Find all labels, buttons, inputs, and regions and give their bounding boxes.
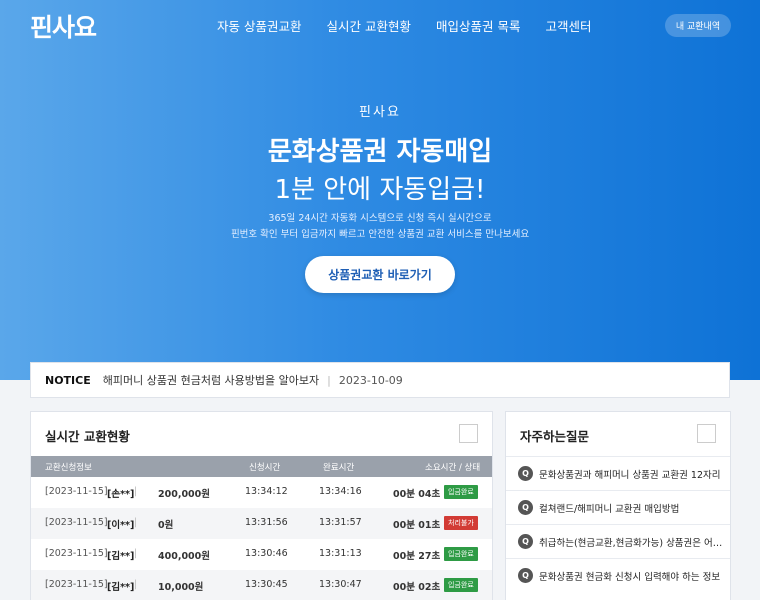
- exchange-cta-button[interactable]: 상품권교환 바로가기: [305, 256, 455, 293]
- my-exchange-history-button[interactable]: 내 교환내역: [665, 14, 731, 37]
- row-date: [2023-11-15]: [45, 517, 108, 528]
- header-duration-status: 소요시간 / 상태: [425, 463, 481, 473]
- hero-desc-line2: 핀번호 확인 부터 입금까지 빠르고 안전한 상품권 교환 서비스를 만나보세요: [230, 229, 530, 240]
- hero-banner: 핀사요 자동 상품권교환 실시간 교환현황 매입상품권 목록 고객센터 내 교환…: [0, 0, 760, 380]
- notice-divider: |: [327, 373, 331, 387]
- live-more-button[interactable]: [459, 424, 478, 443]
- question-icon: Q: [518, 500, 533, 515]
- row-amount: 200,000원: [158, 489, 211, 500]
- faq-more-button[interactable]: [697, 424, 716, 443]
- row-date: [2023-11-15]: [45, 486, 108, 497]
- nav-item-live-status[interactable]: 실시간 교환현황: [326, 16, 410, 35]
- faq-item[interactable]: Q 컬쳐랜드/해피머니 교환권 매입방법: [506, 490, 730, 524]
- row-amount: 0원: [158, 520, 174, 531]
- row-amount: 10,000원: [158, 582, 204, 593]
- status-badge: 처리불가: [444, 516, 478, 530]
- row-date: [2023-11-15]: [45, 548, 108, 559]
- question-icon: Q: [518, 534, 533, 549]
- live-exchange-panel: 실시간 교환현황 교환신청정보 신청시간 완료시간 소요시간 / 상태 [202…: [30, 411, 493, 600]
- live-panel-title: 실시간 교환현황: [45, 429, 130, 444]
- notice-date: 2023-10-09: [338, 373, 403, 387]
- row-duration: 00분 02초: [393, 582, 441, 593]
- hero-subtitle: 핀사요: [359, 105, 401, 120]
- row-name: [손**]: [107, 489, 135, 500]
- row-divider: |: [134, 486, 138, 497]
- hero-desc-line1: 365일 24시간 자동화 시스템으로 신청 즉시 실시간으로: [268, 213, 492, 224]
- status-badge: 입금완료: [444, 578, 478, 592]
- live-table-header: 교환신청정보 신청시간 완료시간 소요시간 / 상태: [31, 456, 492, 477]
- row-divider: |: [134, 548, 138, 559]
- question-icon: Q: [518, 466, 533, 481]
- faq-item[interactable]: Q 취급하는(현금교환,현금화가능) 상품권은 어떤 것이 있나요: [506, 524, 730, 558]
- row-duration: 00분 04초: [393, 489, 441, 500]
- notice-title[interactable]: 해피머니 상품권 현금처럼 사용방법을 알아보자: [103, 372, 319, 388]
- table-row: [2023-11-15] [김**] | 10,000원 13:30:45 13…: [31, 570, 492, 600]
- table-row: [2023-11-15] [손**] | 200,000원 13:34:12 1…: [31, 477, 492, 508]
- table-row: [2023-11-15] [이**] | 0원 13:31:56 13:31:5…: [31, 508, 492, 539]
- row-divider: |: [134, 517, 138, 528]
- header-request-time: 신청시간: [249, 463, 281, 473]
- question-icon: Q: [518, 568, 533, 583]
- row-request-time: 13:30:45: [245, 579, 288, 590]
- top-navigation: 핀사요 자동 상품권교환 실시간 교환현황 매입상품권 목록 고객센터 내 교환…: [0, 0, 760, 48]
- faq-item-text[interactable]: 문화상품권과 해피머니 상품권 교환권 12자리: [539, 467, 723, 481]
- row-amount: 400,000원: [158, 551, 211, 562]
- row-request-time: 13:31:56: [245, 517, 288, 528]
- row-date: [2023-11-15]: [45, 579, 108, 590]
- nav-item-purchase-list[interactable]: 매입상품권 목록: [436, 16, 520, 35]
- notice-bar[interactable]: NOTICE 해피머니 상품권 현금처럼 사용방법을 알아보자 | 2023-1…: [30, 362, 730, 398]
- status-badge: 입금완료: [444, 485, 478, 499]
- faq-item[interactable]: Q 문화상품권과 해피머니 상품권 교환권 12자리: [506, 456, 730, 490]
- hero-title-line2: 1분 안에 자동입금!: [274, 175, 486, 205]
- faq-item-text[interactable]: 컬쳐랜드/해피머니 교환권 매입방법: [539, 501, 723, 515]
- header-info: 교환신청정보: [45, 463, 92, 473]
- faq-panel: 자주하는질문 Q 문화상품권과 해피머니 상품권 교환권 12자리 Q 컬쳐랜드…: [505, 411, 731, 600]
- hero-description: 365일 24시간 자동화 시스템으로 신청 즉시 실시간으로 핀번호 확인 부…: [0, 211, 760, 243]
- row-request-time: 13:30:46: [245, 548, 288, 559]
- row-duration: 00분 27초: [393, 551, 441, 562]
- row-complete-time: 13:34:16: [319, 486, 362, 497]
- row-complete-time: 13:31:13: [319, 548, 362, 559]
- main-nav: 자동 상품권교환 실시간 교환현황 매입상품권 목록 고객센터: [217, 16, 591, 35]
- site-logo[interactable]: 핀사요: [30, 8, 97, 44]
- hero-title-line1: 문화상품권 자동매입: [267, 137, 493, 167]
- row-request-time: 13:34:12: [245, 486, 288, 497]
- row-name: [김**]: [107, 551, 135, 562]
- notice-tag: NOTICE: [45, 373, 91, 387]
- row-name: [이**]: [107, 520, 135, 531]
- faq-item-text[interactable]: 문화상품권 현금화 신청시 입력해야 하는 정보: [539, 569, 723, 583]
- row-complete-time: 13:30:47: [319, 579, 362, 590]
- faq-panel-title: 자주하는질문: [520, 429, 590, 444]
- header-complete-time: 완료시간: [323, 463, 355, 473]
- nav-item-auto-exchange[interactable]: 자동 상품권교환: [217, 16, 301, 35]
- status-badge: 입금완료: [444, 547, 478, 561]
- row-complete-time: 13:31:57: [319, 517, 362, 528]
- faq-item-text[interactable]: 취급하는(현금교환,현금화가능) 상품권은 어떤 것이 있나요: [539, 535, 723, 549]
- nav-item-customer-center[interactable]: 고객센터: [545, 16, 591, 35]
- faq-item[interactable]: Q 문화상품권 현금화 신청시 입력해야 하는 정보: [506, 558, 730, 592]
- row-duration: 00분 01초: [393, 520, 441, 531]
- row-divider: |: [134, 579, 138, 590]
- table-row: [2023-11-15] [김**] | 400,000원 13:30:46 1…: [31, 539, 492, 570]
- row-name: [김**]: [107, 582, 135, 593]
